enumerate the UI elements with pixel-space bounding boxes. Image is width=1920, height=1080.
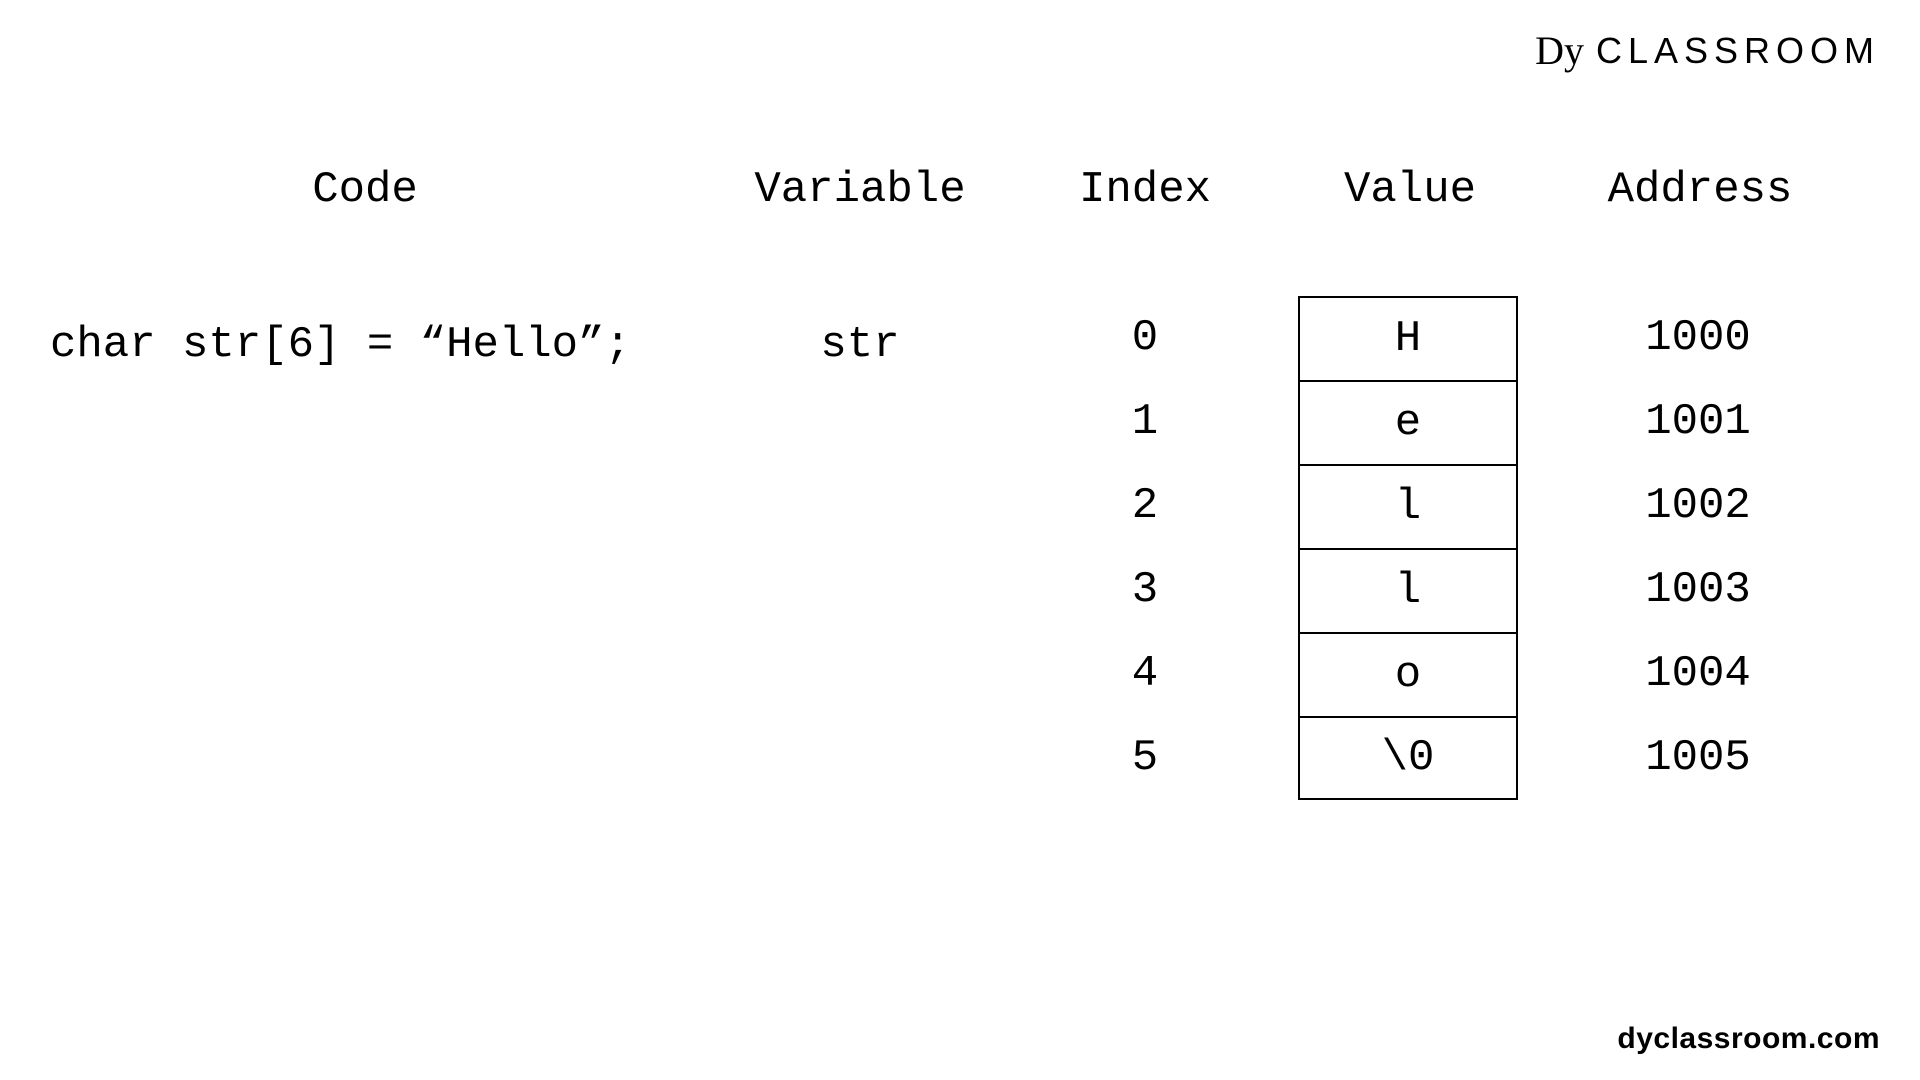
brand-logo: Dy CLASSROOM (1535, 30, 1880, 72)
memory-row: 2l 1002 (1040, 464, 1838, 548)
memory-row: 3l 1003 (1040, 548, 1838, 632)
memory-value: H (1298, 296, 1518, 380)
memory-value: o (1298, 632, 1518, 716)
memory-index: 4 (1040, 632, 1250, 716)
memory-index: 1 (1040, 380, 1250, 464)
memory-address: 1003 (1558, 548, 1838, 632)
memory-index: 2 (1040, 464, 1250, 548)
memory-row: 0H 1000 (1040, 296, 1838, 380)
header-variable: Variable (720, 165, 1000, 215)
memory-value: l (1298, 548, 1518, 632)
header-value: Value (1300, 165, 1520, 215)
brand-mark: Dy (1535, 31, 1584, 71)
memory-value: l (1298, 464, 1518, 548)
memory-address: 1001 (1558, 380, 1838, 464)
memory-row: 1e 1001 (1040, 380, 1838, 464)
memory-table: 0H 1000 1e 1001 2l 1002 3l 1003 4o 1004 5 \0 1005 (1040, 296, 1838, 800)
variable-name: str (720, 320, 1000, 370)
memory-index: 0 (1040, 296, 1250, 380)
diagram-stage: Dy CLASSROOM Code Variable Index Value A… (0, 0, 1920, 1080)
memory-value: e (1298, 380, 1518, 464)
memory-index: 3 (1040, 548, 1250, 632)
memory-row: 5 \0 1005 (1040, 716, 1838, 800)
memory-address: 1000 (1558, 296, 1838, 380)
memory-row: 4o 1004 (1040, 632, 1838, 716)
code-declaration: char str[6] = “Hello”; (50, 320, 680, 370)
memory-value: \0 (1298, 716, 1518, 800)
memory-address: 1002 (1558, 464, 1838, 548)
footer-url: dyclassroom.com (1617, 1022, 1880, 1056)
memory-address: 1004 (1558, 632, 1838, 716)
header-code: Code (50, 165, 680, 215)
header-address: Address (1560, 165, 1840, 215)
memory-index: 5 (1040, 716, 1250, 800)
memory-address: 1005 (1558, 716, 1838, 800)
header-index: Index (1040, 165, 1250, 215)
brand-name: CLASSROOM (1596, 30, 1880, 72)
